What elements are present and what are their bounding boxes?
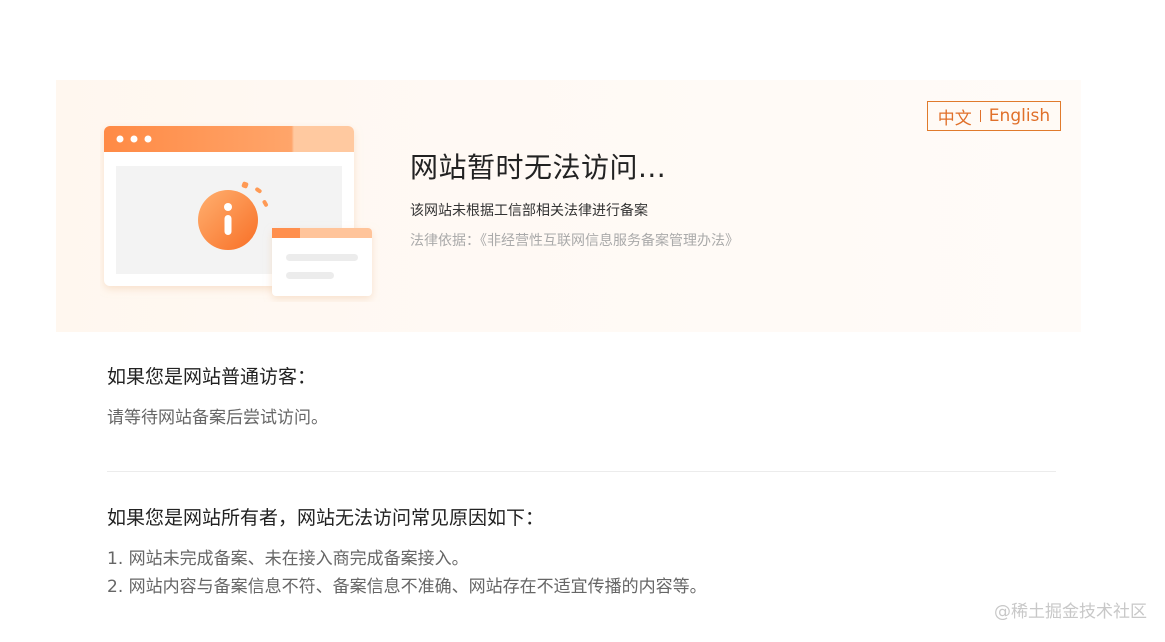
visitor-text: 请等待网站备案后尝试访问。: [107, 408, 328, 428]
notice-subtitle: 该网站未根据工信部相关法律进行备案: [410, 203, 648, 219]
divider: [107, 471, 1056, 472]
visitor-heading: 如果您是网站普通访客：: [107, 366, 317, 388]
owner-heading: 如果您是网站所有者，网站无法访问常见原因如下：: [107, 507, 545, 529]
browser-window-illustration: [104, 126, 372, 296]
lang-separator: [979, 110, 981, 122]
page-title: 网站暂时无法访问...: [410, 151, 667, 184]
law-reference: 法律依据：《非经营性互联网信息服务备案管理办法》: [410, 233, 739, 249]
reason-list: 1. 网站未完成备案、未在接入商完成备案接入。 2. 网站内容与备案信息不符、备…: [107, 545, 707, 601]
page: 中文 English 网站暂时无法访问... 该网站未根据工信部相关法律进行备案…: [0, 0, 1165, 642]
lang-en-link[interactable]: English: [989, 106, 1050, 126]
list-item: 1. 网站未完成备案、未在接入商完成备案接入。: [107, 549, 469, 569]
lang-zh-link[interactable]: 中文: [938, 104, 972, 129]
language-switch: 中文 English: [927, 101, 1061, 131]
watermark: @稀土掘金技术社区: [994, 602, 1147, 622]
list-item: 2. 网站内容与备案信息不符、备案信息不准确、网站存在不适宜传播的内容等。: [107, 577, 707, 597]
